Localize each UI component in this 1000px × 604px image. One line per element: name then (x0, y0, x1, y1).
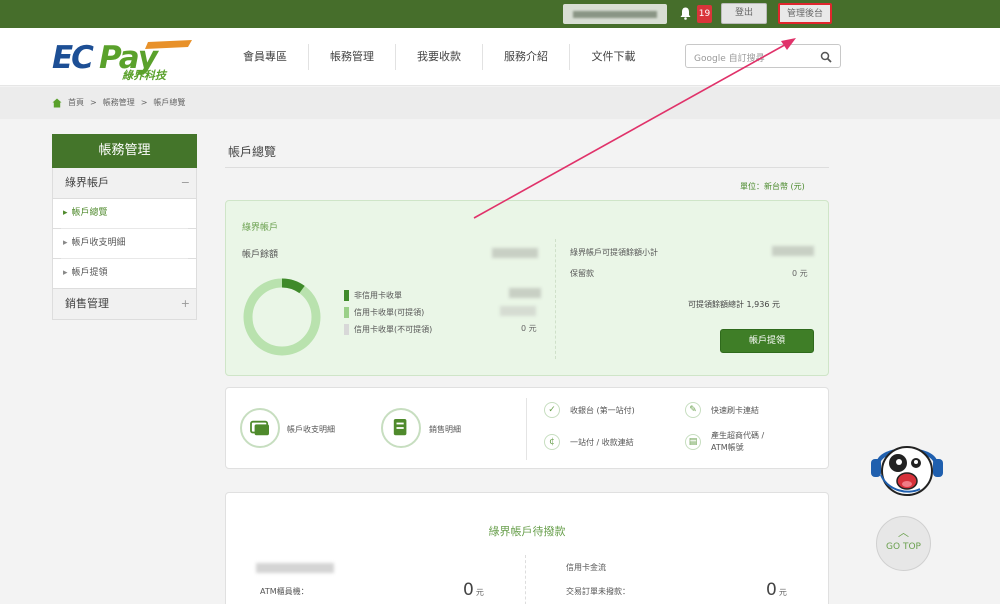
quick-links-card: 帳戶收支明細 銷售明細 ✓ 收銀台 (第一站付) ✎ 快速刷卡連結 ¢ 一站付 … (225, 387, 829, 469)
nav-receive-payment[interactable]: 我要收款 (396, 44, 483, 70)
cart-icon[interactable]: ✓ (544, 402, 560, 418)
credit-card-value: 0元 (766, 580, 787, 600)
search-placeholder: Google 自訂搜尋 (694, 54, 765, 64)
breadcrumb-separator: > (90, 98, 97, 107)
go-top-button[interactable]: ︿ GO TOP (876, 516, 931, 571)
currency-unit-note: 單位：新台幣 (元) (740, 182, 805, 191)
expand-icon[interactable]: + (181, 289, 190, 319)
legend-label: 信用卡收單(不可提領) (354, 325, 433, 334)
quick-links-divider (526, 398, 527, 460)
sidebar-group-ecpay-account[interactable]: 綠界帳戶 − (52, 168, 197, 199)
admin-backend-button[interactable]: 管理後台 (778, 3, 832, 24)
quick-link-label[interactable]: 產生超商代碼 / ATM帳號 (711, 430, 764, 454)
reserve-value: 0 元 (792, 269, 808, 278)
legend-value: 0 元 (521, 324, 537, 333)
sidebar-item-label: 帳戶提領 (71, 268, 108, 278)
donut-legend: 非信用卡收單 信用卡收單(可提領) 信用卡收單(不可提領) (344, 287, 432, 338)
sidebar-item-account-withdraw[interactable]: ▸ 帳戶提領 (52, 259, 197, 289)
left-heading-redacted (256, 563, 334, 573)
go-top-label: GO TOP (886, 542, 921, 552)
ledger-icon[interactable] (240, 408, 280, 448)
account-summary-card: 綠界帳戶 帳戶餘額 非信用卡收單 信用卡收單(可提領) 信用卡收單(不可提領) … (225, 200, 829, 376)
top-bar: 19 登出 管理後台 (0, 0, 1000, 28)
legend-item: 非信用卡收單 (344, 287, 432, 304)
legend-swatch (344, 324, 349, 335)
withdrawable-total: 可提領餘額總計 1,936 元 (688, 300, 780, 309)
withdrawable-subtotal-label: 綠界帳戶可提領餘額小計 (570, 248, 658, 257)
legend-label: 非信用卡收單 (354, 291, 402, 300)
card-divider (555, 239, 556, 359)
bullet-icon: ▸ (63, 208, 68, 218)
balance-value-redacted (492, 248, 538, 258)
quick-link-label[interactable]: 收銀台 (第一站付) (570, 405, 635, 417)
nav-services[interactable]: 服務介紹 (483, 44, 570, 70)
customer-service-mascot-icon[interactable] (868, 433, 946, 503)
reserve-label: 保留款 (570, 269, 594, 278)
legend-item: 信用卡收單(不可提領) (344, 321, 432, 338)
legend-swatch (344, 290, 349, 301)
card-title: 綠界帳戶 (242, 223, 279, 233)
quick-link-label[interactable]: 銷售明細 (429, 424, 461, 435)
nav-member[interactable]: 會員專區 (222, 44, 309, 70)
quick-link-label[interactable]: 帳戶收支明細 (287, 424, 335, 435)
credit-card-heading: 信用卡金流 (566, 563, 606, 572)
card-divider (525, 555, 526, 604)
card-link-icon[interactable]: ✎ (685, 402, 701, 418)
breadcrumb-current: 帳戶總覽 (153, 98, 186, 107)
breadcrumb-home[interactable]: 首頁 (68, 97, 84, 108)
atm-value: 0元 (463, 580, 484, 600)
sidebar-title: 帳務管理 (52, 134, 197, 168)
withdrawable-subtotal-redacted (772, 246, 814, 256)
legend-item: 信用卡收單(可提領) (344, 304, 432, 321)
search-icon[interactable] (820, 51, 832, 63)
withdraw-button[interactable]: 帳戶提領 (720, 329, 814, 353)
legend-label: 信用卡收單(可提領) (354, 308, 425, 317)
bell-icon[interactable] (680, 7, 691, 20)
sidebar-item-account-overview[interactable]: ▸ 帳戶總覽 (52, 199, 197, 229)
quick-link-label[interactable]: 一站付 / 收款連結 (570, 437, 634, 449)
sidebar-item-label: 帳戶收支明細 (71, 238, 126, 248)
search-input[interactable]: Google 自訂搜尋 (685, 44, 841, 68)
brand-subtitle: 綠界科技 (122, 69, 168, 82)
bullet-icon: ▸ (63, 238, 68, 248)
home-icon[interactable] (52, 98, 62, 108)
breadcrumb: 首頁 > 帳務管理 > 帳戶總覽 (52, 97, 185, 108)
nav-downloads[interactable]: 文件下載 (570, 44, 657, 70)
sidebar-group-sales[interactable]: 銷售管理 + (52, 289, 197, 320)
quick-link-label[interactable]: 快速刷卡連結 (711, 405, 759, 417)
breadcrumb-bar: 首頁 > 帳務管理 > 帳戶總覽 (0, 87, 1000, 119)
sidebar: 帳務管理 綠界帳戶 − ▸ 帳戶總覽 ▸ 帳戶收支明細 ▸ 帳戶提領 銷售管理 + (52, 134, 197, 320)
title-divider (225, 167, 829, 168)
notification-badge[interactable]: 19 (697, 5, 712, 23)
sidebar-item-account-statement[interactable]: ▸ 帳戶收支明細 (52, 229, 197, 259)
balance-donut-chart (243, 278, 321, 356)
pay-link-icon[interactable]: ¢ (544, 434, 560, 450)
balance-label: 帳戶餘額 (242, 250, 279, 260)
site-header: EC Pay 綠界科技 會員專區 帳務管理 我要收款 服務介紹 文件下載 Goo… (0, 28, 1000, 86)
account-name-redacted (563, 4, 667, 24)
sidebar-group-label: 綠界帳戶 (65, 176, 109, 189)
legend-swatch (344, 307, 349, 318)
collapse-icon[interactable]: − (181, 168, 190, 198)
ecpay-logo[interactable]: EC Pay 綠界科技 (52, 38, 194, 82)
breadcrumb-separator: > (140, 98, 148, 107)
code-icon[interactable]: ▤ (685, 434, 701, 450)
card-title: 綠界帳戶待撥款 (488, 525, 566, 538)
logout-button[interactable]: 登出 (721, 3, 767, 24)
breadcrumb-accounting[interactable]: 帳務管理 (103, 97, 135, 108)
receipt-icon[interactable] (381, 408, 421, 448)
pending-payout-card: 綠界帳戶待撥款 ATM櫃員機： 0元 信用卡金流 交易訂單未撥款： 0元 (225, 492, 829, 604)
bullet-icon: ▸ (63, 268, 68, 278)
credit-card-label: 交易訂單未撥款： (566, 587, 630, 596)
sidebar-group-label: 銷售管理 (65, 297, 109, 310)
svg-text:EC: EC (52, 40, 94, 76)
legend-value-redacted (509, 288, 541, 298)
main-nav: 會員專區 帳務管理 我要收款 服務介紹 文件下載 (222, 44, 657, 70)
atm-label: ATM櫃員機： (260, 587, 309, 596)
page-title: 帳戶總覽 (228, 145, 277, 159)
sidebar-item-label: 帳戶總覽 (71, 208, 108, 218)
legend-value-redacted (500, 306, 536, 316)
nav-accounting[interactable]: 帳務管理 (309, 44, 396, 70)
chevron-up-icon: ︿ (898, 526, 909, 539)
